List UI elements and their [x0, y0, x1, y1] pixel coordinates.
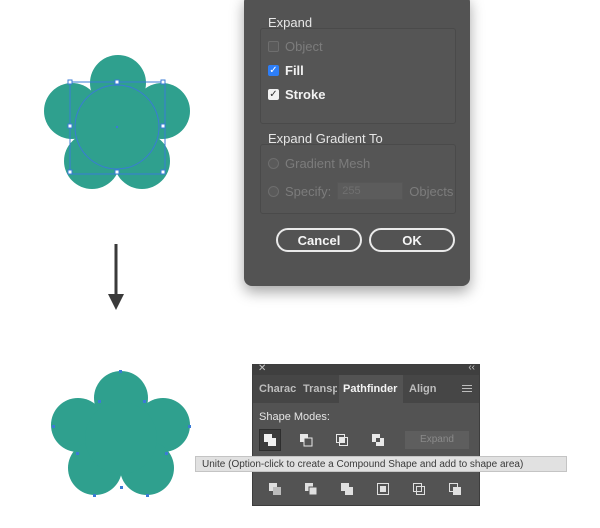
stroke-option[interactable]: ✓ Stroke	[268, 87, 325, 102]
down-arrow-icon	[108, 244, 124, 310]
fill-label: Fill	[285, 63, 304, 78]
specify-count-input: 255	[337, 182, 404, 200]
shape-modes-label: Shape Modes:	[259, 411, 330, 423]
object-label: Object	[285, 39, 323, 54]
fill-checkbox[interactable]: ✓	[268, 65, 279, 76]
fill-option[interactable]: ✓ Fill	[268, 63, 304, 78]
unite-button[interactable]	[259, 429, 281, 451]
tab-transparency[interactable]: Transp	[303, 375, 337, 403]
gradient-mesh-option: Gradient Mesh	[268, 156, 370, 171]
expand-dialog: Expand Object ✓ Fill ✓ Stroke Expand Gra…	[244, 0, 470, 286]
trim-icon	[305, 483, 318, 496]
close-icon[interactable]: ✕	[258, 363, 266, 374]
exclude-icon	[372, 434, 384, 446]
divide-button[interactable]	[267, 481, 283, 497]
unite-tooltip: Unite (Option-click to create a Compound…	[195, 456, 567, 472]
merge-button[interactable]	[339, 481, 355, 497]
pathfinder-panel: ✕ ‹‹ Charac Transp Pathfinder Align Shap…	[252, 362, 480, 506]
expand-group-title: Expand	[268, 15, 313, 30]
gradient-group-title: Expand Gradient To	[268, 131, 383, 146]
crop-icon	[377, 483, 389, 495]
gradient-mesh-radio	[268, 158, 279, 169]
gradient-group	[260, 144, 456, 214]
united-flower-shape[interactable]	[51, 370, 191, 497]
crop-button[interactable]	[375, 481, 391, 497]
panel-menu-icon[interactable]	[462, 385, 472, 394]
specify-option: Specify: 255 Objects	[268, 182, 453, 200]
outline-icon	[413, 483, 425, 495]
tab-character[interactable]: Charac	[259, 375, 299, 403]
double-chevron-icon[interactable]: ‹‹	[468, 362, 475, 373]
object-option: Object	[268, 39, 323, 54]
merge-icon	[341, 483, 353, 495]
objects-label: Objects	[409, 183, 454, 199]
divide-icon	[269, 483, 281, 495]
tab-align[interactable]: Align	[409, 375, 439, 403]
panel-tab-bar: Charac Transp Pathfinder Align	[253, 375, 479, 403]
panel-title-bar: ✕ ‹‹	[253, 362, 479, 375]
ok-button[interactable]: OK	[369, 228, 455, 252]
gradient-mesh-label: Gradient Mesh	[285, 156, 371, 171]
stroke-checkbox[interactable]: ✓	[268, 89, 279, 100]
intersect-icon	[336, 434, 348, 446]
outline-button[interactable]	[411, 481, 427, 497]
specify-label: Specify:	[285, 183, 332, 199]
minus-front-button[interactable]	[295, 429, 317, 451]
specify-radio	[268, 185, 279, 197]
unite-icon	[264, 434, 276, 446]
minus-back-button[interactable]	[447, 481, 463, 497]
intersect-button[interactable]	[331, 429, 353, 451]
trim-button[interactable]	[303, 481, 319, 497]
exclude-button[interactable]	[367, 429, 389, 451]
cancel-button[interactable]: Cancel	[276, 228, 362, 252]
minus-front-icon	[300, 434, 313, 447]
object-checkbox	[268, 41, 279, 52]
tab-pathfinder[interactable]: Pathfinder	[339, 375, 403, 403]
circles-group-selected[interactable]	[44, 55, 190, 189]
stroke-label: Stroke	[285, 87, 326, 102]
expand-button: Expand	[405, 431, 469, 449]
minus-back-icon	[449, 483, 461, 495]
